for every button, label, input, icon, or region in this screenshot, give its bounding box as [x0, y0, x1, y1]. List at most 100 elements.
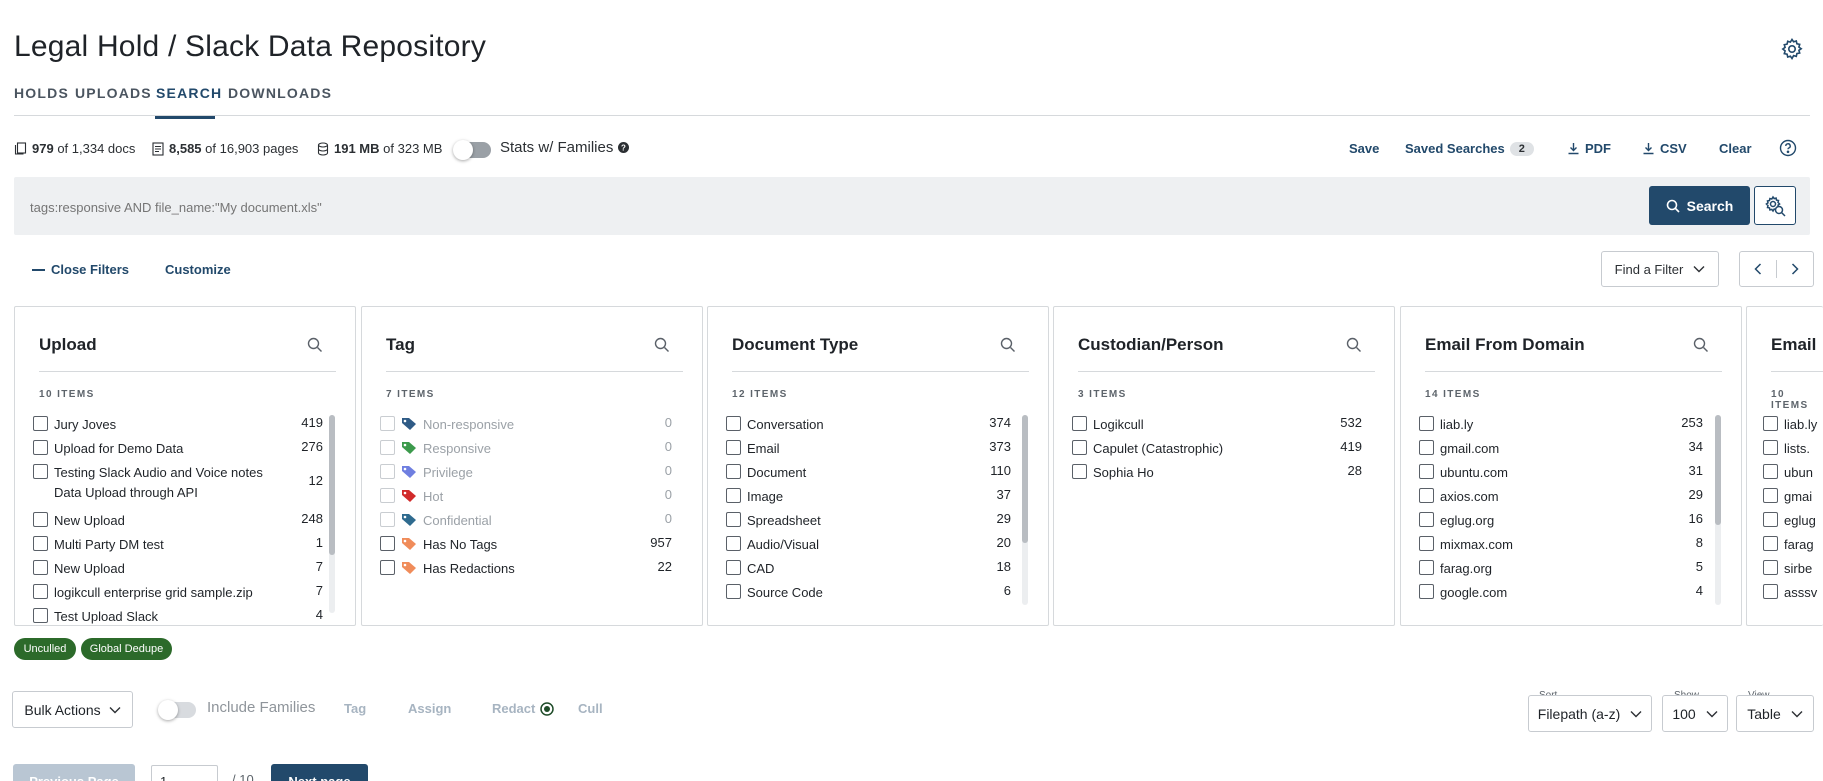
checkbox[interactable]: [726, 512, 741, 527]
tab-downloads[interactable]: DOWNLOADS: [228, 85, 332, 101]
filter-item[interactable]: Upload for Demo Data 276: [33, 439, 333, 459]
close-filters-button[interactable]: Close Filters: [32, 262, 129, 277]
tag-action-button[interactable]: Tag: [344, 701, 366, 716]
checkbox[interactable]: [1419, 584, 1434, 599]
filter-item[interactable]: Sophia Ho 28: [1072, 463, 1372, 483]
filter-item[interactable]: sirbe: [1763, 559, 1823, 579]
filter-item[interactable]: Jury Joves 419: [33, 415, 333, 435]
save-search-button[interactable]: Save: [1349, 141, 1379, 156]
search-icon[interactable]: [1346, 337, 1362, 353]
search-icon[interactable]: [1000, 337, 1016, 353]
filter-item[interactable]: Logikcull 532: [1072, 415, 1372, 435]
checkbox[interactable]: [33, 440, 48, 455]
next-page-button[interactable]: Next page: [271, 764, 368, 781]
filter-item[interactable]: CAD 18: [726, 559, 1026, 579]
tab-holds[interactable]: HOLDS: [14, 85, 69, 101]
filter-item[interactable]: Image 37: [726, 487, 1026, 507]
search-icon[interactable]: [307, 337, 323, 353]
page-number-input[interactable]: [151, 765, 218, 781]
filter-item[interactable]: ubun: [1763, 463, 1823, 483]
csv-download-button[interactable]: CSV: [1642, 141, 1687, 156]
filter-item[interactable]: Has No Tags 957: [380, 535, 680, 555]
checkbox[interactable]: [33, 560, 48, 575]
filter-item[interactable]: farag: [1763, 535, 1823, 555]
checkbox[interactable]: [1763, 416, 1778, 431]
filter-item[interactable]: Capulet (Catastrophic) 419: [1072, 439, 1372, 459]
checkbox[interactable]: [726, 536, 741, 551]
checkbox[interactable]: [726, 416, 741, 431]
filter-item[interactable]: eglug: [1763, 511, 1823, 531]
filter-item[interactable]: Conversation 374: [726, 415, 1026, 435]
filter-item[interactable]: eglug.org 16: [1419, 511, 1719, 531]
search-button[interactable]: Search: [1649, 186, 1750, 225]
checkbox[interactable]: [1072, 416, 1087, 431]
scrollbar-thumb[interactable]: [1715, 415, 1721, 525]
filter-item[interactable]: Testing Slack Audio and Voice notes Data…: [33, 463, 333, 503]
assign-action-button[interactable]: Assign: [408, 701, 451, 716]
checkbox[interactable]: [1419, 512, 1434, 527]
filter-item[interactable]: lists.: [1763, 439, 1823, 459]
checkbox[interactable]: [726, 560, 741, 575]
search-icon[interactable]: [654, 337, 670, 353]
checkbox[interactable]: [33, 512, 48, 527]
checkbox[interactable]: [1763, 464, 1778, 479]
redact-action-button[interactable]: Redact: [492, 701, 555, 716]
filter-item[interactable]: asssv: [1763, 583, 1823, 603]
checkbox[interactable]: [1419, 440, 1434, 455]
checkbox[interactable]: [1763, 488, 1778, 503]
filter-item[interactable]: gmai: [1763, 487, 1823, 507]
help-icon[interactable]: ?: [618, 142, 630, 153]
checkbox[interactable]: [1763, 560, 1778, 575]
checkbox[interactable]: [1763, 440, 1778, 455]
checkbox[interactable]: [726, 464, 741, 479]
checkbox[interactable]: [1419, 416, 1434, 431]
chevron-right-icon[interactable]: [1777, 252, 1813, 286]
sort-select[interactable]: Filepath (a-z): [1528, 695, 1652, 732]
scrollbar-thumb[interactable]: [1022, 415, 1028, 543]
tab-uploads[interactable]: UPLOADS: [75, 85, 152, 101]
filter-item[interactable]: gmail.com 34: [1419, 439, 1719, 459]
filter-item[interactable]: liab.ly: [1763, 415, 1823, 435]
checkbox[interactable]: [33, 584, 48, 599]
view-select[interactable]: Table: [1736, 695, 1814, 732]
filter-item[interactable]: Email 373: [726, 439, 1026, 459]
filter-item[interactable]: Audio/Visual 20: [726, 535, 1026, 555]
filter-item[interactable]: Document 110: [726, 463, 1026, 483]
previous-page-button[interactable]: Previous Page: [13, 764, 135, 781]
checkbox[interactable]: [1763, 512, 1778, 527]
search-input[interactable]: [30, 200, 1330, 215]
scrollbar-thumb[interactable]: [329, 415, 335, 555]
checkbox[interactable]: [1763, 536, 1778, 551]
stats-families-toggle[interactable]: [453, 140, 491, 160]
scrollbar[interactable]: [1022, 415, 1028, 605]
filter-item[interactable]: Test Upload Slack 4: [33, 607, 333, 625]
filter-item[interactable]: New Upload 7: [33, 559, 333, 579]
checkbox[interactable]: [726, 488, 741, 503]
checkbox[interactable]: [726, 440, 741, 455]
filter-item[interactable]: Spreadsheet 29: [726, 511, 1026, 531]
chevron-left-icon[interactable]: [1740, 252, 1776, 286]
advanced-search-button[interactable]: [1754, 186, 1796, 225]
include-families-toggle[interactable]: [158, 700, 196, 720]
scrollbar[interactable]: [329, 415, 335, 613]
checkbox[interactable]: [1763, 584, 1778, 599]
find-filter-dropdown[interactable]: Find a Filter: [1601, 251, 1719, 287]
filter-item[interactable]: axios.com 29: [1419, 487, 1719, 507]
clear-button[interactable]: Clear: [1719, 141, 1752, 156]
filter-item[interactable]: New Upload 248: [33, 511, 333, 531]
checkbox[interactable]: [33, 464, 48, 479]
bulk-actions-dropdown[interactable]: Bulk Actions: [12, 691, 133, 728]
checkbox[interactable]: [1419, 536, 1434, 551]
checkbox[interactable]: [1419, 560, 1434, 575]
checkbox[interactable]: [33, 608, 48, 623]
checkbox[interactable]: [1419, 464, 1434, 479]
saved-searches-button[interactable]: Saved Searches 2: [1405, 141, 1534, 156]
checkbox[interactable]: [33, 536, 48, 551]
checkbox[interactable]: [380, 560, 395, 575]
filter-item[interactable]: google.com 4: [1419, 583, 1719, 603]
filter-chip-global-dedupe[interactable]: Global Dedupe: [81, 638, 172, 660]
cull-action-button[interactable]: Cull: [578, 701, 603, 716]
checkbox[interactable]: [1072, 440, 1087, 455]
show-select[interactable]: 100: [1662, 695, 1728, 732]
checkbox[interactable]: [1419, 488, 1434, 503]
